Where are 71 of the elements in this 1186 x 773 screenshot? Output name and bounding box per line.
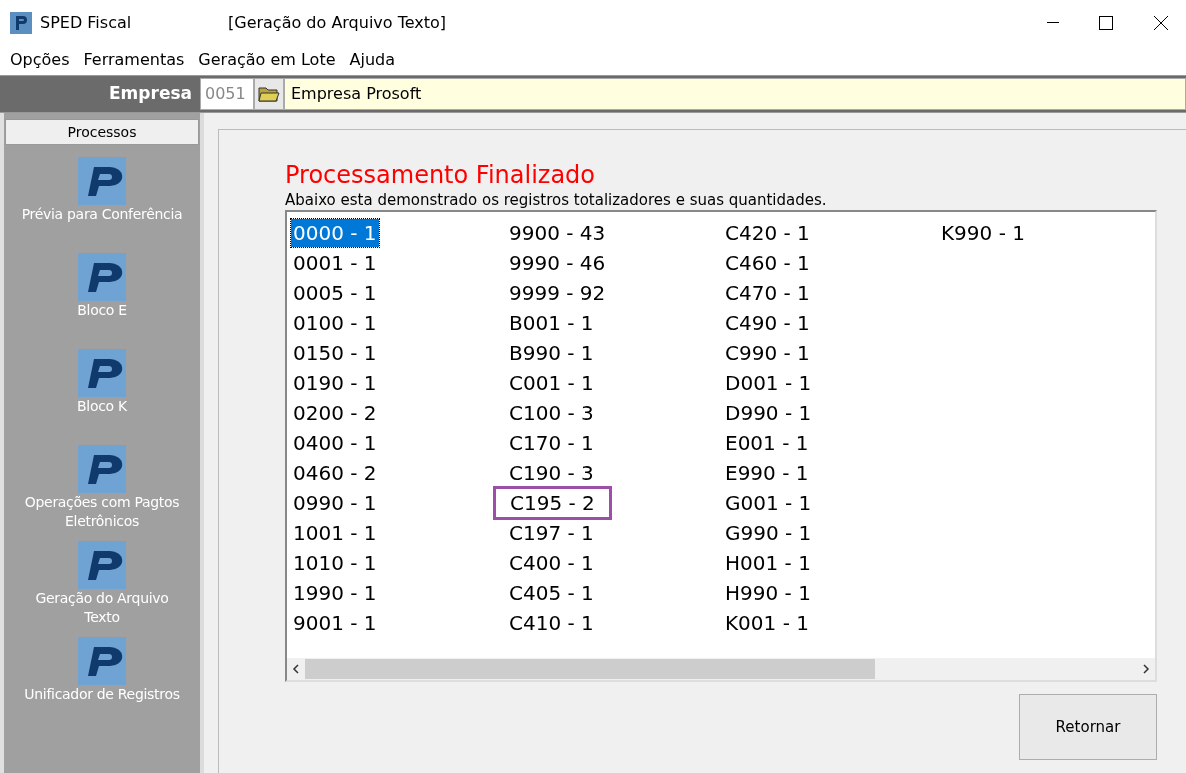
empresa-label: Empresa (108, 82, 193, 106)
register-item[interactable]: H990 - 1 (723, 579, 813, 607)
register-item[interactable]: 9900 - 43 (507, 219, 608, 247)
register-item[interactable]: G990 - 1 (723, 519, 814, 547)
return-button[interactable]: Retornar (1019, 694, 1157, 760)
register-item[interactable]: 0990 - 1 (291, 489, 379, 517)
register-item[interactable]: 1990 - 1 (291, 579, 379, 607)
register-item[interactable]: G001 - 1 (723, 489, 814, 517)
register-item[interactable]: C190 - 3 (507, 459, 596, 487)
app-logo-icon (10, 11, 32, 34)
register-item[interactable]: 1010 - 1 (291, 549, 379, 577)
register-item[interactable]: 0005 - 1 (291, 279, 379, 307)
menu-item[interactable]: Ajuda (343, 48, 401, 72)
menu-item[interactable]: Opções (4, 48, 76, 72)
register-item[interactable]: C170 - 1 (507, 429, 596, 457)
window-title: SPED Fiscal (40, 11, 133, 34)
menu-item[interactable]: Geração em Lote (192, 48, 342, 72)
register-item[interactable]: B990 - 1 (507, 339, 596, 367)
register-item[interactable]: 0400 - 1 (291, 429, 379, 457)
p-logo-icon (78, 541, 126, 589)
p-logo-icon (78, 349, 126, 397)
register-item[interactable]: 0001 - 1 (291, 249, 379, 277)
status-heading: Processamento Finalizado (285, 160, 597, 190)
register-item[interactable]: 0460 - 2 (291, 459, 379, 487)
register-item[interactable]: 0100 - 1 (291, 309, 379, 337)
register-item[interactable]: D001 - 1 (723, 369, 814, 397)
close-icon (1154, 15, 1168, 30)
register-item[interactable]: C470 - 1 (723, 279, 812, 307)
folder-icon (258, 85, 280, 103)
register-item[interactable]: 9001 - 1 (291, 609, 379, 637)
register-item[interactable]: C195 - 2 (493, 486, 612, 520)
register-item[interactable]: C990 - 1 (723, 339, 812, 367)
register-item[interactable]: C420 - 1 (723, 219, 812, 247)
scrollbar-thumb[interactable] (305, 659, 875, 679)
p-logo-icon (78, 157, 126, 205)
register-item[interactable]: 0200 - 2 (291, 399, 379, 427)
register-item[interactable]: E001 - 1 (723, 429, 811, 457)
register-item[interactable]: 0190 - 1 (291, 369, 379, 397)
register-item[interactable]: C400 - 1 (507, 549, 596, 577)
register-item[interactable]: C410 - 1 (507, 609, 596, 637)
register-item[interactable]: 0000 - 1 (291, 219, 379, 247)
registers-list[interactable] (285, 210, 1157, 682)
register-item[interactable]: 0150 - 1 (291, 339, 379, 367)
horizontal-scrollbar[interactable] (287, 658, 1155, 680)
register-item[interactable]: K001 - 1 (723, 609, 811, 637)
register-item[interactable]: C100 - 3 (507, 399, 596, 427)
company-code-field[interactable]: 0051 (200, 78, 254, 110)
register-item[interactable]: K990 - 1 (939, 219, 1027, 247)
register-item[interactable]: 9999 - 92 (507, 279, 608, 307)
register-item[interactable]: 1001 - 1 (291, 519, 379, 547)
register-item[interactable]: E990 - 1 (723, 459, 811, 487)
register-item[interactable]: B001 - 1 (507, 309, 596, 337)
p-logo-icon (78, 445, 126, 493)
minimize-icon (1047, 21, 1059, 24)
register-item[interactable]: C490 - 1 (723, 309, 812, 337)
register-item[interactable]: C460 - 1 (723, 249, 812, 277)
maximize-icon (1099, 15, 1113, 30)
company-name-field: Empresa Prosoft (284, 78, 1186, 110)
description-text: Abaixo esta demonstrado os registros totalizadores e suas quantidades. (285, 190, 828, 210)
register-item[interactable]: C197 - 1 (507, 519, 596, 547)
open-folder-button[interactable] (254, 78, 284, 110)
register-item[interactable]: C405 - 1 (507, 579, 596, 607)
p-logo-icon (78, 637, 126, 685)
register-item[interactable]: D990 - 1 (723, 399, 814, 427)
menu-item[interactable]: Ferramentas (77, 48, 191, 72)
register-item[interactable]: H001 - 1 (723, 549, 813, 577)
register-item[interactable]: 9990 - 46 (507, 249, 608, 277)
p-logo-icon (78, 253, 126, 301)
window-subtitle: [Geração do Arquivo Texto] (228, 11, 447, 34)
register-item[interactable]: C001 - 1 (507, 369, 596, 397)
sidebar-header: Processos (5, 119, 199, 145)
